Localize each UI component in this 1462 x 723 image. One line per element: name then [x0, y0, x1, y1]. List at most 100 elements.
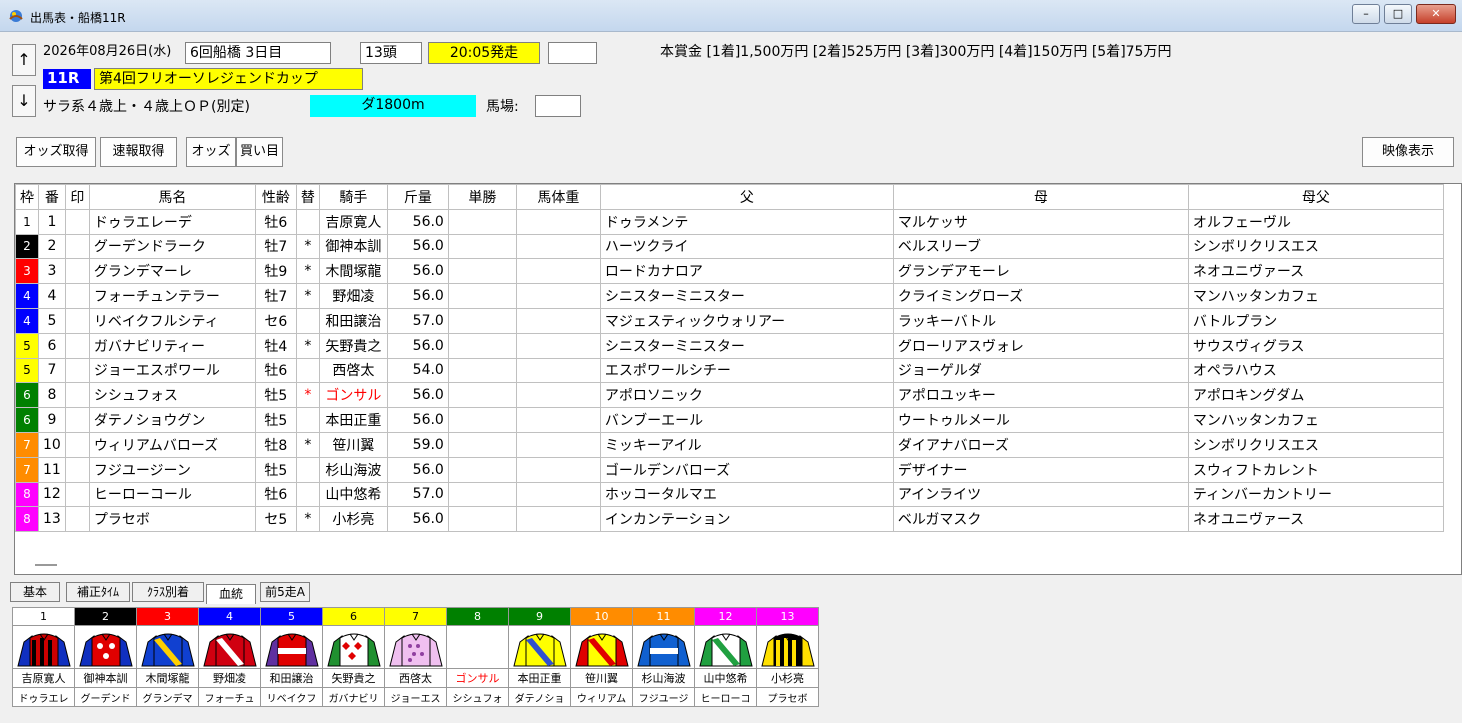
- table-row[interactable]: 5 7 ジョーエスポワール 牡6 西啓太 54.0 エスポワールシチー ジョーゲルダ オペラハウ…: [15, 357, 1444, 384]
- jockey-change: [295, 407, 320, 433]
- mark-cell[interactable]: [64, 208, 90, 235]
- silk-number: 5: [260, 607, 323, 626]
- horse-name: ガバナビリティー: [88, 332, 256, 359]
- jockey-name: 笹川翼: [318, 431, 388, 458]
- table-row[interactable]: 3 3 グランデマーレ 牡9 * 木間塚龍 56.0 ロードカナロア グランデアモーレ ネオユニヴ…: [15, 258, 1444, 285]
- silk-jockey-name: 御神本訓: [74, 668, 137, 688]
- tab-adjusted-time[interactable]: 補正ﾀｲﾑ: [66, 582, 130, 602]
- damsire-name: サウスヴィグラス: [1187, 332, 1444, 359]
- entry-grid[interactable]: 枠 番 印 馬名 性齢 替 騎手 斤量 単勝 馬体重 父 母 母父 1 1 ドゥラエ…: [14, 183, 1462, 575]
- mark-cell[interactable]: [64, 456, 90, 483]
- table-row[interactable]: 8 13 プラセボ セ5 * 小杉亮 56.0 インカンテーション ベルガマスク ネオユニヴァース: [15, 506, 1444, 533]
- odds-button[interactable]: オッズ: [186, 137, 236, 167]
- mark-cell[interactable]: [64, 283, 90, 309]
- dam-name: グローリアスヴォレ: [892, 332, 1189, 359]
- col-header[interactable]: 番: [38, 184, 66, 210]
- weight-carried: 56.0: [386, 382, 449, 409]
- jockey-change: *: [295, 233, 320, 260]
- sire-name: ハーツクライ: [599, 233, 894, 260]
- dam-name: アインライツ: [892, 481, 1189, 508]
- track-label: 馬場:: [486, 99, 519, 115]
- bets-button[interactable]: 買い目: [236, 137, 283, 167]
- table-row[interactable]: 7 10 ウィリアムバローズ 牡8 * 笹川翼 59.0 ミッキーアイル ダイアナバローズ シンボ…: [15, 431, 1444, 458]
- mark-cell[interactable]: [64, 258, 90, 285]
- video-button[interactable]: 映像表示: [1362, 137, 1454, 167]
- tab-basic[interactable]: 基本: [10, 582, 60, 602]
- silk-jockey-name: ゴンサル: [446, 668, 509, 688]
- jockey-change: *: [295, 283, 320, 309]
- next-race-button[interactable]: ↓: [12, 85, 36, 117]
- col-header[interactable]: 斤量: [386, 184, 449, 210]
- silk-horse-name: フォーチュ: [198, 687, 261, 707]
- silk-horse-name: グーデンド: [74, 687, 137, 707]
- col-header[interactable]: 印: [64, 184, 90, 210]
- col-header[interactable]: 単勝: [447, 184, 517, 210]
- silk-number: 3: [136, 607, 199, 626]
- dam-name: グランデアモーレ: [892, 258, 1189, 285]
- get-flash-button[interactable]: 速報取得: [100, 137, 177, 167]
- tab-class-finish[interactable]: ｸﾗｽ別着: [132, 582, 204, 602]
- horse-name: ダテノショウグン: [88, 407, 256, 433]
- sire-name: ゴールデンバローズ: [599, 456, 894, 483]
- col-header[interactable]: 馬体重: [515, 184, 601, 210]
- col-header[interactable]: 枠: [15, 184, 39, 210]
- col-header[interactable]: 替: [295, 184, 320, 210]
- silk-number: 1: [12, 607, 75, 626]
- mark-cell[interactable]: [64, 407, 90, 433]
- prize-money: 本賞金 [1着]1,500万円 [2着]525万円 [3着]300万円 [4着]…: [660, 44, 1172, 60]
- damsire-name: シンボリクリスエス: [1187, 431, 1444, 458]
- table-row[interactable]: 6 9 ダテノショウグン 牡5 本田正重 56.0 バンブーエール ウートゥルメール マンハッタ…: [15, 407, 1444, 433]
- mark-cell[interactable]: [64, 382, 90, 409]
- sex-age: 牡8: [254, 431, 297, 458]
- prev-race-button[interactable]: ↑: [12, 44, 36, 76]
- win-odds: [447, 233, 517, 260]
- silk-horse-name: シシュフォ: [446, 687, 509, 707]
- col-header[interactable]: 騎手: [318, 184, 388, 210]
- col-header[interactable]: 母: [892, 184, 1189, 210]
- mark-cell[interactable]: [64, 431, 90, 458]
- horse-name: フォーチュンテラー: [88, 283, 256, 309]
- weight-carried: 54.0: [386, 357, 449, 384]
- tab-pedigree[interactable]: 血統: [206, 584, 256, 604]
- minimize-button[interactable]: –: [1352, 4, 1380, 24]
- jockey-change: [295, 456, 320, 483]
- col-header[interactable]: 性齢: [254, 184, 297, 210]
- table-row[interactable]: 7 11 フジユージーン 牡5 杉山海波 56.0 ゴールデンバローズ デザイナー スウィフトカ…: [15, 456, 1444, 483]
- win-odds: [447, 283, 517, 309]
- sex-age: 牡9: [254, 258, 297, 285]
- body-weight: [515, 258, 601, 285]
- table-row[interactable]: 6 8 シシュフォス 牡5 * ゴンサル 56.0 アポロソニック アポロユッキー アポロキングダ…: [15, 382, 1444, 409]
- weight-carried: 56.0: [386, 258, 449, 285]
- table-row[interactable]: 5 6 ガバナビリティー 牡4 * 矢野貴之 56.0 シニスターミニスター グローリアスヴォレ…: [15, 332, 1444, 359]
- mark-cell[interactable]: [64, 481, 90, 508]
- col-header[interactable]: 父: [599, 184, 894, 210]
- table-row[interactable]: 1 1 ドゥラエレーデ 牡6 吉原寛人 56.0 ドゥラメンテ マルケッサ オルフェーヴル: [15, 208, 1444, 235]
- tab-last5-a[interactable]: 前5走A: [260, 582, 310, 602]
- silk-number: 7: [384, 607, 447, 626]
- maximize-button[interactable]: □: [1384, 4, 1412, 24]
- table-row[interactable]: 4 4 フォーチュンテラー 牡7 * 野畑凌 56.0 シニスターミニスター クライミングローズ…: [15, 283, 1444, 309]
- col-header[interactable]: 馬名: [88, 184, 256, 210]
- mark-cell[interactable]: [64, 233, 90, 260]
- table-row[interactable]: 4 5 リベイクフルシティ セ6 和田譲治 57.0 マジェスティックウォリアー ラッキーバト…: [15, 307, 1444, 334]
- window-title: 出馬表・船橋11R: [30, 11, 126, 25]
- close-button[interactable]: ✕: [1416, 4, 1456, 24]
- get-odds-button[interactable]: オッズ取得: [16, 137, 96, 167]
- mark-cell[interactable]: [64, 307, 90, 334]
- horse-number: 6: [38, 332, 66, 359]
- table-row[interactable]: 8 12 ヒーローコール 牡6 山中悠希 57.0 ホッコータルマエ アインライツ ティンバーカ…: [15, 481, 1444, 508]
- mark-cell[interactable]: [64, 357, 90, 384]
- sex-age: 牡5: [254, 382, 297, 409]
- race-meeting: 6回船橋 3日目: [185, 42, 331, 64]
- sire-name: インカンテーション: [599, 506, 894, 533]
- sire-name: ロードカナロア: [599, 258, 894, 285]
- mark-cell[interactable]: [64, 332, 90, 359]
- win-odds: [447, 357, 517, 384]
- sex-age: 牡7: [254, 283, 297, 309]
- table-row[interactable]: 2 2 グーデンドラーク 牡7 * 御神本訓 56.0 ハーツクライ ベルスリーブ シンボリクリス…: [15, 233, 1444, 260]
- body-weight: [515, 431, 601, 458]
- mark-cell[interactable]: [64, 506, 90, 533]
- col-header[interactable]: 母父: [1187, 184, 1444, 210]
- body-weight: [515, 382, 601, 409]
- body-weight: [515, 506, 601, 533]
